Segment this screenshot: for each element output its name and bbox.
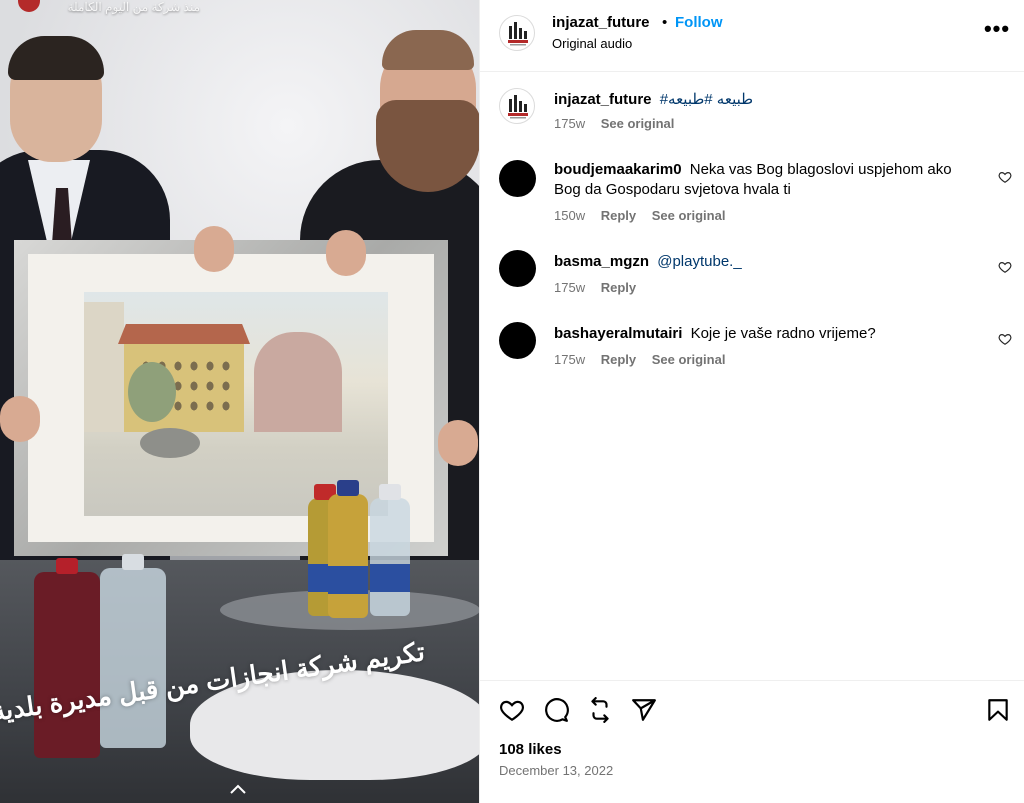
comment-text: boudjemaakarim0 Neka vas Bog blagoslovi … xyxy=(554,160,974,200)
like-comment-heart-icon[interactable] xyxy=(998,260,1012,274)
commenter-avatar[interactable] xyxy=(499,160,536,197)
comment-item: boudjemaakarim0 Neka vas Bog blagoslovi … xyxy=(480,158,1024,230)
more-options-icon[interactable]: ••• xyxy=(982,18,1012,44)
comment-item: bashayeralmutairi Koje je vaše radno vri… xyxy=(480,322,1024,374)
hand-right-side xyxy=(438,420,478,466)
like-comment-heart-icon[interactable] xyxy=(998,170,1012,184)
injazat-logo-icon xyxy=(508,95,528,119)
post-action-bar: 108 likes December 13, 2022 xyxy=(480,680,1024,803)
post-header: injazat_future • Follow Original audio •… xyxy=(480,0,1024,72)
hand-right-top xyxy=(326,230,366,276)
comment-username[interactable]: basma_mgzn xyxy=(554,253,649,270)
bookmark-icon[interactable] xyxy=(985,697,1011,723)
heart-icon[interactable] xyxy=(499,697,525,723)
bottle-juice-2 xyxy=(328,480,368,618)
man-right-hair xyxy=(382,30,474,70)
follow-button[interactable]: Follow xyxy=(675,14,723,31)
painting-mat xyxy=(28,254,434,542)
bottle-water-large xyxy=(100,554,166,748)
repost-icon[interactable] xyxy=(587,697,613,723)
painting-fountain xyxy=(140,428,200,458)
comment-meta: 175w Reply xyxy=(554,280,648,295)
header-separator: • xyxy=(662,14,668,31)
painting-tree xyxy=(128,362,176,422)
comment-meta: 175w Reply See original xyxy=(554,352,737,367)
caption-text-line: injazat_future #طبيعه #طبيعه xyxy=(554,90,974,110)
comment-time[interactable]: 175w xyxy=(554,280,585,295)
see-original-button[interactable]: See original xyxy=(652,208,726,223)
comment-meta: 150w Reply See original xyxy=(554,208,737,223)
painting-building-left xyxy=(84,302,124,432)
painting-building-synagogue xyxy=(254,332,342,432)
post-media[interactable]: منذ شركة من اليوم الكاملة تكريم شركة انج… xyxy=(0,0,479,803)
comment-time[interactable]: 175w xyxy=(554,352,585,367)
comment-icon[interactable] xyxy=(543,697,569,723)
caption-meta: 175w See original xyxy=(554,116,686,131)
caption-see-original-button[interactable]: See original xyxy=(601,116,675,131)
comment-body: Koje je vaše radno vrijeme? xyxy=(690,325,876,342)
man-left-hair xyxy=(8,36,104,80)
audio-label[interactable]: Original audio xyxy=(552,36,632,51)
like-comment-heart-icon[interactable] xyxy=(998,332,1012,346)
see-original-button[interactable]: See original xyxy=(652,352,726,367)
reply-button[interactable]: Reply xyxy=(601,208,636,223)
reply-button[interactable]: Reply xyxy=(601,280,636,295)
author-avatar[interactable] xyxy=(499,15,535,51)
comment-time[interactable]: 150w xyxy=(554,208,585,223)
caption-username[interactable]: injazat_future xyxy=(554,91,652,108)
post-caption: injazat_future #طبيعه #طبيعه 175w See or… xyxy=(480,86,1024,146)
comment-text: bashayeralmutairi Koje je vaše radno vri… xyxy=(554,324,974,344)
chevron-up-icon[interactable] xyxy=(228,782,248,796)
share-icon[interactable] xyxy=(631,697,657,723)
hand-left-side xyxy=(0,396,40,442)
comment-username[interactable]: boudjemaakarim0 xyxy=(554,161,682,178)
hand-left-top xyxy=(194,226,234,272)
bottle-red-syrup xyxy=(34,558,100,758)
comment-mention-link[interactable]: @playtube._ xyxy=(657,253,741,270)
comment-item: basma_mgzn @playtube._ 175w Reply xyxy=(480,250,1024,302)
media-top-overlay-text: منذ شركة من اليوم الكاملة xyxy=(67,0,200,14)
author-username[interactable]: injazat_future xyxy=(552,14,650,31)
reply-button[interactable]: Reply xyxy=(601,352,636,367)
caption-hashtags[interactable]: #طبيعه #طبيعه xyxy=(660,91,753,108)
comment-username[interactable]: bashayeralmutairi xyxy=(554,325,682,342)
caption-time[interactable]: 175w xyxy=(554,116,585,131)
caption-author-avatar[interactable] xyxy=(499,88,535,124)
like-count[interactable]: 108 likes xyxy=(499,741,562,758)
commenter-avatar[interactable] xyxy=(499,322,536,359)
commenter-avatar[interactable] xyxy=(499,250,536,287)
post-side-panel: injazat_future • Follow Original audio •… xyxy=(479,0,1024,803)
bottle-water-small xyxy=(370,484,410,616)
post-date[interactable]: December 13, 2022 xyxy=(499,763,613,778)
injazat-logo-icon xyxy=(508,22,528,46)
comment-text: basma_mgzn @playtube._ xyxy=(554,252,974,272)
